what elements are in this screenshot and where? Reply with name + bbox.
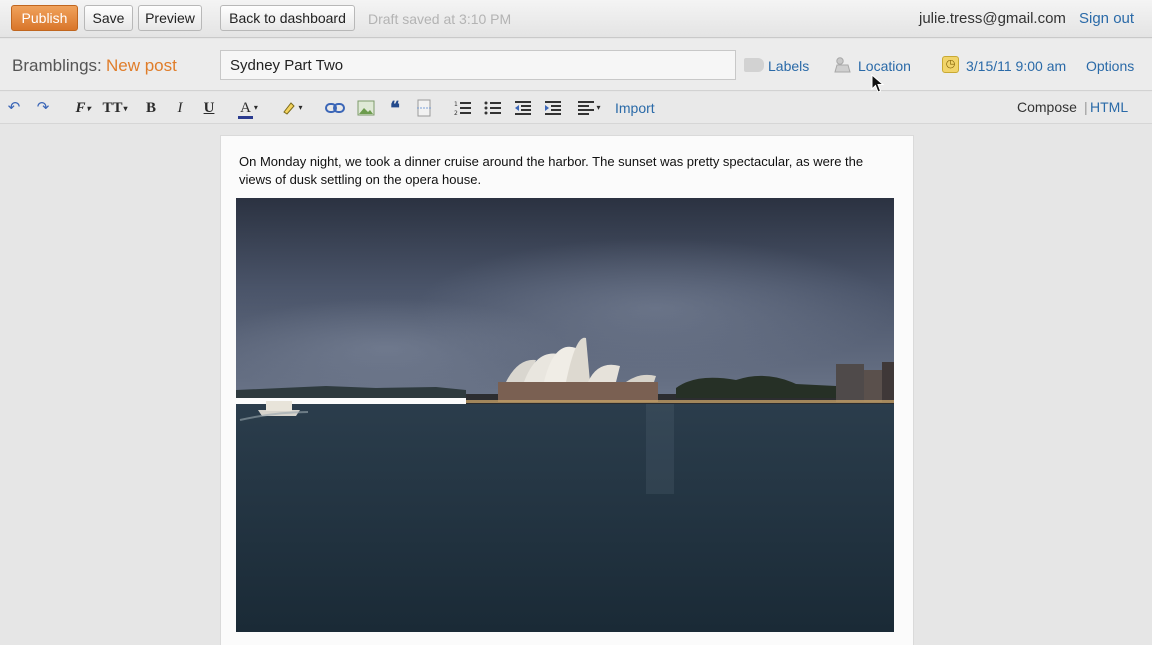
tab-compose[interactable]: Compose: [1017, 99, 1077, 115]
save-button[interactable]: Save: [84, 5, 133, 31]
location-icon: [833, 56, 851, 74]
font-family-icon[interactable]: F▾: [70, 98, 96, 118]
bold-icon[interactable]: B: [142, 98, 160, 118]
sign-out-link[interactable]: Sign out: [1079, 10, 1134, 27]
redo-icon[interactable]: ↷: [33, 98, 53, 118]
highlight-icon[interactable]: ▾: [274, 98, 310, 118]
post-paragraph[interactable]: On Monday night, we took a dinner cruise…: [239, 153, 869, 189]
clock-icon: ◷: [942, 56, 959, 73]
blog-name: Bramblings:: [12, 56, 102, 75]
options-link[interactable]: Options: [1086, 58, 1134, 74]
quote-icon[interactable]: ❝: [385, 98, 405, 118]
italic-icon[interactable]: I: [171, 98, 189, 118]
mouse-cursor-icon: [871, 74, 885, 93]
draft-status: Draft saved at 3:10 PM: [368, 11, 512, 27]
post-title-input[interactable]: [220, 50, 736, 80]
bullet-list-icon[interactable]: [483, 98, 503, 118]
opera-house-photo[interactable]: [236, 198, 894, 632]
top-bar: Publish Save Preview Back to dashboard D…: [0, 0, 1152, 38]
user-email: julie.tress@gmail.com: [919, 10, 1066, 27]
align-icon[interactable]: ▾: [573, 98, 605, 118]
font-size-icon[interactable]: TT▾: [102, 98, 128, 118]
underline-icon[interactable]: U: [200, 98, 218, 118]
tab-separator: |: [1084, 99, 1088, 115]
undo-icon[interactable]: ↶: [4, 98, 24, 118]
indent-icon[interactable]: [543, 98, 563, 118]
tab-html[interactable]: HTML: [1090, 99, 1128, 115]
labels-icon: [744, 58, 764, 72]
post-editor[interactable]: On Monday night, we took a dinner cruise…: [220, 135, 914, 645]
text-color-icon[interactable]: A ▾: [230, 98, 266, 119]
formatting-toolbar: ↶ ↷ F▾ TT▾ B I U A ▾ ▾ ❝ 1 2 ▾ Import Co…: [0, 92, 1152, 124]
page-title: New post: [106, 56, 177, 75]
labels-link[interactable]: Labels: [768, 58, 809, 74]
back-to-dashboard-button[interactable]: Back to dashboard: [220, 5, 355, 31]
svg-text:2: 2: [454, 110, 458, 116]
image-icon[interactable]: [355, 98, 377, 118]
svg-text:1: 1: [454, 101, 458, 108]
location-link[interactable]: Location: [858, 58, 911, 74]
import-link[interactable]: Import: [615, 100, 655, 116]
outdent-icon[interactable]: [513, 98, 533, 118]
link-icon[interactable]: [324, 98, 346, 118]
jump-break-icon[interactable]: [414, 98, 434, 118]
post-date-link[interactable]: 3/15/11 9:00 am: [966, 58, 1066, 74]
publish-button[interactable]: Publish: [11, 5, 78, 31]
numbered-list-icon[interactable]: 1 2: [453, 98, 473, 118]
preview-button[interactable]: Preview: [138, 5, 202, 31]
post-title-bar: Bramblings: New post Labels Location ◷ 3…: [0, 39, 1152, 91]
